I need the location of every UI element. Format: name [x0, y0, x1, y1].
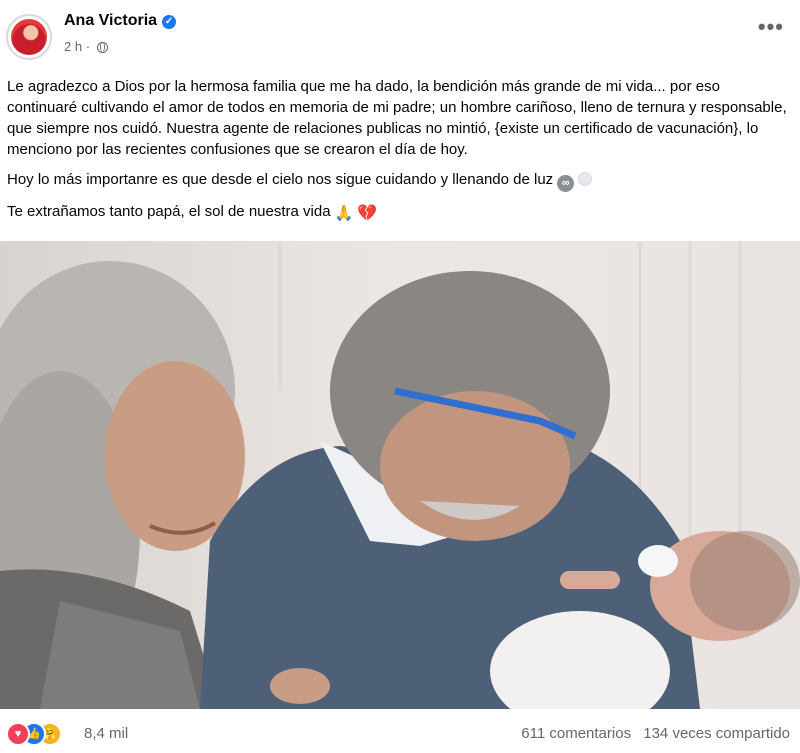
- moon-emoji-icon: [578, 172, 593, 186]
- verified-badge-icon: ✓: [162, 15, 177, 29]
- post-stats: 611 comentarios 134 veces compartido: [513, 725, 790, 742]
- infinity-emoji-icon: ∞: [557, 175, 575, 192]
- post-paragraph-1: Le agradezco a Dios por la hermosa famil…: [7, 78, 787, 158]
- post-timestamp[interactable]: 2 h: [64, 39, 82, 54]
- broken-heart-emoji-icon: 💔: [357, 205, 378, 222]
- family-photo-illustration: [0, 241, 800, 709]
- reaction-count[interactable]: 8,4 mil: [84, 725, 128, 742]
- meta-separator: ·: [85, 39, 91, 54]
- facebook-post: Ana Victoria ✓ 2 h · ••• Le agradezco a D…: [0, 0, 800, 753]
- post-footer: ♥ 👍 🤗 8,4 mil 611 comentarios 134 veces …: [0, 709, 800, 753]
- post-paragraph-3-text: Te extrañamos tanto papá, el sol de nues…: [7, 203, 331, 220]
- more-options-button[interactable]: •••: [758, 16, 784, 38]
- post-header: Ana Victoria ✓ 2 h · •••: [0, 0, 800, 68]
- post-paragraph-3: Te extrañamos tanto papá, el sol de nues…: [7, 201, 793, 224]
- post-photo[interactable]: [0, 241, 800, 709]
- post-paragraph-2: Hoy lo más importanre es que desde el ci…: [7, 169, 793, 192]
- shares-count[interactable]: 134 veces compartido: [643, 725, 790, 742]
- globe-icon[interactable]: [96, 42, 108, 53]
- post-paragraph-2-text: Hoy lo más importanre es que desde el ci…: [7, 171, 554, 188]
- post-text: Le agradezco a Dios por la hermosa famil…: [7, 76, 793, 233]
- post-meta: 2 h ·: [64, 39, 108, 54]
- avatar-image: [11, 19, 47, 55]
- author-name[interactable]: Ana Victoria: [64, 12, 157, 29]
- praying-hands-emoji-icon: 🙏: [334, 205, 354, 222]
- author-avatar[interactable]: [6, 14, 52, 60]
- comments-count[interactable]: 611 comentarios: [521, 725, 631, 742]
- author-name-row: Ana Victoria ✓: [64, 12, 177, 30]
- love-reaction-icon: ♥: [6, 722, 30, 746]
